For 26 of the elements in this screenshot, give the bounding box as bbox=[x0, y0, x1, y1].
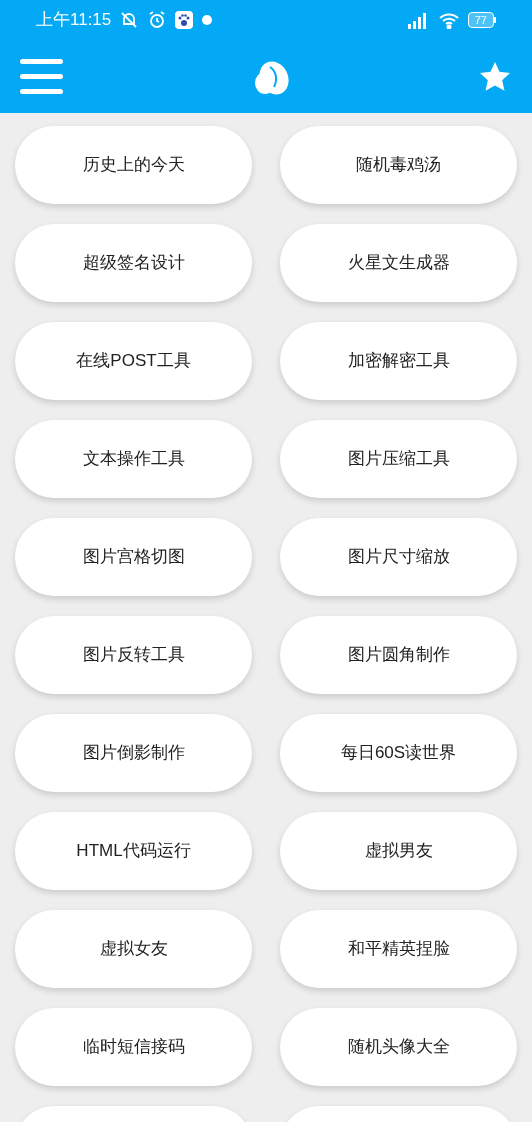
paw-icon bbox=[175, 11, 194, 29]
status-time: 上午11:15 bbox=[36, 9, 112, 32]
tool-button[interactable]: 历史上的今天 bbox=[15, 126, 252, 204]
battery-icon: 77 bbox=[467, 12, 496, 28]
tool-button[interactable]: 图片压缩工具 bbox=[280, 420, 517, 498]
dot-icon bbox=[201, 14, 214, 26]
tool-button[interactable]: 虚拟女友 bbox=[15, 910, 252, 988]
tool-button[interactable]: 文本操作工具 bbox=[15, 420, 252, 498]
tool-button[interactable]: 虚拟男友 bbox=[280, 812, 517, 890]
wifi-icon bbox=[437, 11, 460, 29]
tool-button[interactable]: 图片反转工具 bbox=[15, 616, 252, 694]
tool-button[interactable]: HTML代码运行 bbox=[15, 812, 252, 890]
tool-button[interactable]: 图片宫格切图 bbox=[15, 518, 252, 596]
tool-button[interactable]: 火星文生成器 bbox=[280, 224, 517, 302]
tool-button[interactable]: 在线POST工具 bbox=[15, 322, 252, 400]
tool-button[interactable]: 图片圆角制作 bbox=[280, 616, 517, 694]
tool-button[interactable]: 加密解密工具 bbox=[280, 322, 517, 400]
tool-button[interactable]: 随机头像大全 bbox=[280, 1008, 517, 1086]
tool-button[interactable]: 和平精英捏脸 bbox=[280, 910, 517, 988]
tool-button[interactable]: 随机毒鸡汤 bbox=[280, 126, 517, 204]
menu-button[interactable] bbox=[19, 58, 64, 95]
tool-button[interactable]: 临时短信接码 bbox=[15, 1008, 252, 1086]
tool-button[interactable]: 超级签名设计 bbox=[15, 224, 252, 302]
tool-button[interactable]: 图片尺寸缩放 bbox=[280, 518, 517, 596]
tool-button[interactable]: 每日60S读世界 bbox=[280, 714, 517, 792]
tool-button[interactable]: 图片倒影制作 bbox=[15, 714, 252, 792]
